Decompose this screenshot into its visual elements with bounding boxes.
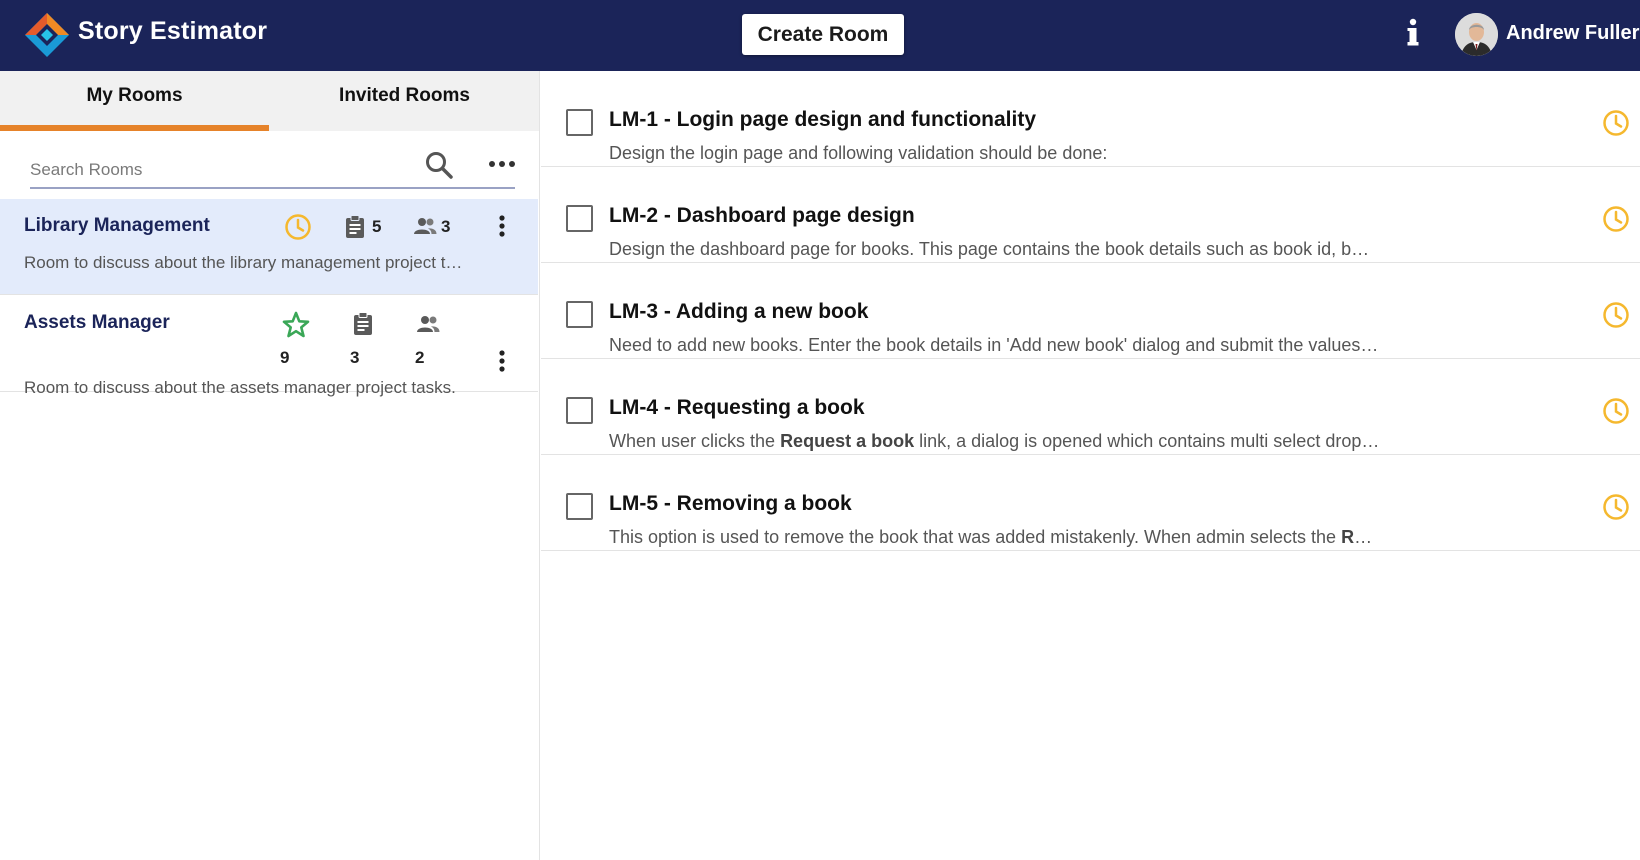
story-item[interactable]: LM-4 - Requesting a book When user click… <box>541 359 1640 455</box>
info-icon[interactable] <box>1403 18 1423 48</box>
user-avatar[interactable] <box>1455 13 1498 56</box>
stories-count: 3 <box>350 348 360 367</box>
room-title: Library Management <box>24 215 210 236</box>
stories-count: 5 <box>372 217 382 236</box>
story-title: LM-5 - Removing a book <box>609 492 852 515</box>
clock-icon <box>1603 302 1629 328</box>
story-item[interactable]: LM-1 - Login page design and functionali… <box>541 71 1640 167</box>
rooms-tabs: My Rooms Invited Rooms <box>0 71 539 131</box>
participants-icon <box>414 218 437 234</box>
story-title: LM-1 - Login page design and functionali… <box>609 108 1036 131</box>
room-item-library-management[interactable]: Library Management 5 3 Room to discuss a… <box>0 199 538 295</box>
story-checkbox[interactable] <box>566 493 593 520</box>
participants-count: 3 <box>441 217 451 236</box>
story-checkbox[interactable] <box>566 301 593 328</box>
points-count: 9 <box>280 348 290 367</box>
stories-panel: LM-1 - Login page design and functionali… <box>541 71 1640 860</box>
create-room-button[interactable]: Create Room <box>742 14 904 55</box>
story-checkbox[interactable] <box>566 109 593 136</box>
story-description-text: link, a dialog is opened which contains … <box>914 431 1380 451</box>
story-title: LM-2 - Dashboard page design <box>609 204 915 227</box>
search-input[interactable] <box>30 155 410 185</box>
room-description: Room to discuss about the library manage… <box>24 253 463 272</box>
app-header: Story Estimator Create Room Andrew Fulle… <box>0 0 1640 71</box>
rooms-panel: My Rooms Invited Rooms Library Managemen… <box>0 71 540 860</box>
story-item[interactable]: LM-2 - Dashboard page design Design the … <box>541 167 1640 263</box>
story-title: LM-3 - Adding a new book <box>609 300 869 323</box>
story-item[interactable]: LM-3 - Adding a new book Need to add new… <box>541 263 1640 359</box>
story-description-text: When user clicks the <box>609 431 781 451</box>
clock-icon <box>285 214 311 240</box>
room-menu-icon[interactable] <box>498 215 506 237</box>
story-description: Need to add new books. Enter the book de… <box>609 335 1379 355</box>
stories-icon <box>346 215 364 238</box>
tab-invited-rooms[interactable]: Invited Rooms <box>270 71 539 131</box>
room-description: Room to discuss about the assets manager… <box>24 378 456 397</box>
story-description: This option is used to remove the book t… <box>609 527 1372 548</box>
room-item-assets-manager[interactable]: Assets Manager 9 3 2 Room to discuss abo… <box>0 296 538 397</box>
story-description: Design the dashboard page for books. Thi… <box>609 239 1370 259</box>
app-title: Story Estimator <box>78 17 268 45</box>
story-description-text: This option is used to remove the book t… <box>609 527 1342 547</box>
search-icon[interactable] <box>424 150 454 180</box>
room-menu-icon[interactable] <box>498 350 506 372</box>
clock-icon <box>1603 110 1629 136</box>
user-name[interactable]: Andrew Fuller <box>1506 22 1639 45</box>
story-description-emphasis: R <box>1341 527 1355 547</box>
more-options-icon[interactable] <box>488 159 516 169</box>
story-description-text: … <box>1354 527 1373 547</box>
app-logo <box>25 13 69 57</box>
clock-icon <box>1603 398 1629 424</box>
story-description: When user clicks the Request a book link… <box>609 431 1379 452</box>
star-icon <box>282 311 310 338</box>
participants-icon <box>417 316 440 332</box>
story-checkbox[interactable] <box>566 205 593 232</box>
search-box <box>30 152 516 189</box>
room-title: Assets Manager <box>24 312 170 333</box>
story-description-emphasis: Request a book <box>780 431 915 451</box>
clock-icon <box>1603 206 1629 232</box>
tab-my-rooms[interactable]: My Rooms <box>0 71 269 131</box>
story-title: LM-4 - Requesting a book <box>609 396 865 419</box>
story-item[interactable]: LM-5 - Removing a book This option is us… <box>541 455 1640 551</box>
story-checkbox[interactable] <box>566 397 593 424</box>
story-description: Design the login page and following vali… <box>609 143 1108 163</box>
participants-count: 2 <box>415 348 425 367</box>
stories-icon <box>354 312 372 335</box>
clock-icon <box>1603 494 1629 520</box>
